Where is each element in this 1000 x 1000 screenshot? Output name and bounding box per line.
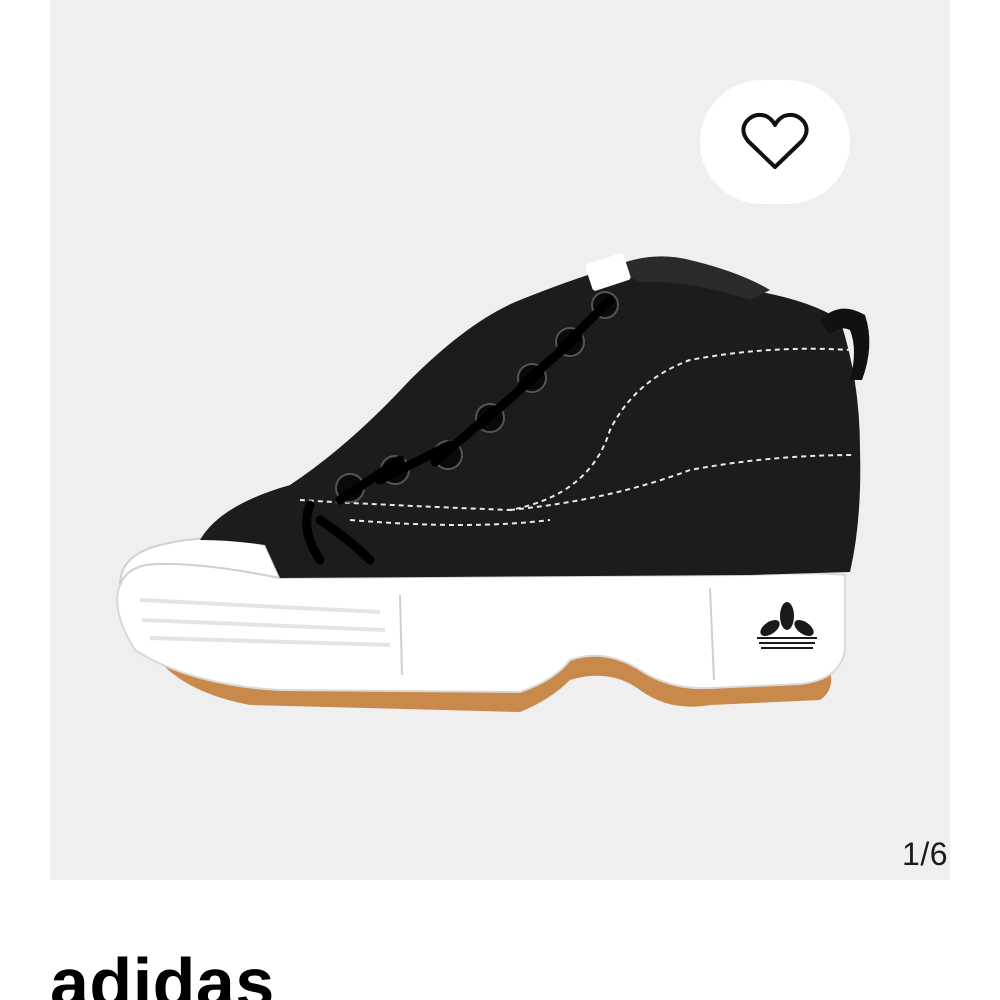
midsole <box>116 562 846 694</box>
heart-outline-icon <box>741 112 809 169</box>
image-counter: 1/6 <box>902 836 948 872</box>
product-page: 1/6 adidas <box>0 0 1000 1000</box>
brand-name: adidas <box>50 944 275 1000</box>
canvas-upper <box>200 262 861 578</box>
image-gallery[interactable]: 1/6 <box>50 0 950 880</box>
favorite-button[interactable] <box>700 80 850 204</box>
